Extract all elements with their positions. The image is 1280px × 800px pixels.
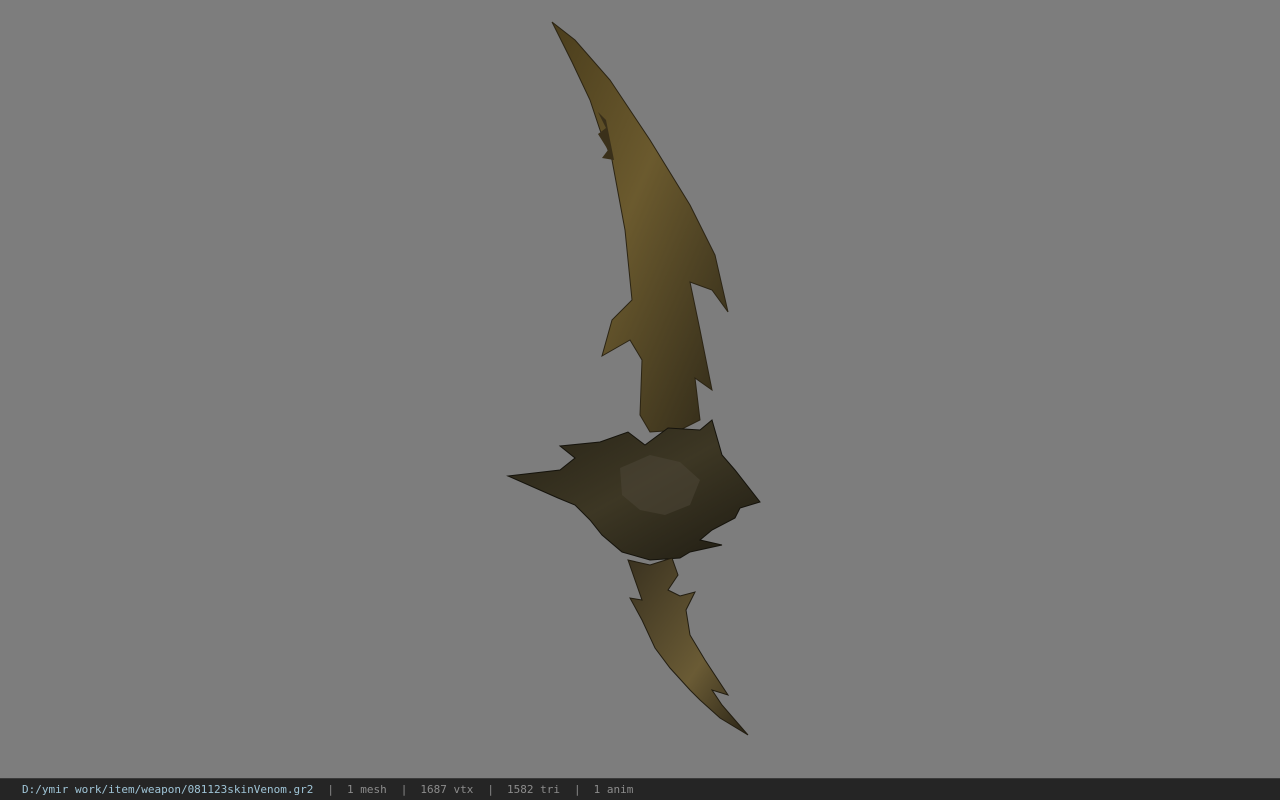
separator: | (574, 783, 581, 796)
lower-blade (627, 557, 749, 736)
status-bar: D:/ymir work/item/weapon/081123skinVenom… (0, 778, 1280, 800)
separator: | (400, 783, 408, 796)
separator: | (327, 783, 335, 796)
vertex-count: 1687 vtx (420, 783, 474, 796)
separator: | (487, 783, 495, 796)
upper-blade (551, 21, 729, 433)
file-path: D:/ymir work/item/weapon/081123skinVenom… (22, 783, 314, 796)
3d-viewport[interactable] (0, 0, 1280, 778)
triangle-count: 1582 tri (507, 783, 560, 796)
anim-count: 1 anim (593, 783, 634, 796)
mesh-count: 1 mesh (347, 783, 387, 796)
weapon-model (506, 21, 761, 736)
